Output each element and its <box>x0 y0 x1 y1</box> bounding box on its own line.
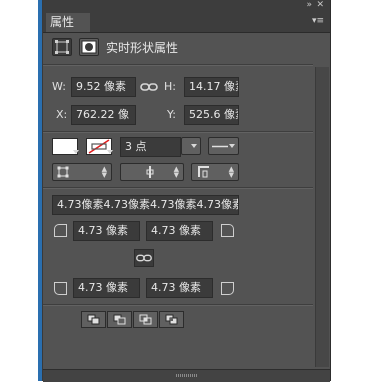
bottom-left-radius-field[interactable]: 4.73 像素 <box>73 278 140 298</box>
close-icon[interactable]: ✕ <box>316 0 324 11</box>
stroke-align-dropdown[interactable]: ▲ ▼ <box>52 163 112 181</box>
y-position-field[interactable]: 525.6 像素 <box>184 105 239 125</box>
top-right-corner-icon <box>221 224 234 237</box>
mask-properties-icon[interactable] <box>79 38 99 56</box>
fill-dropdown-icon[interactable] <box>73 150 79 155</box>
top-left-corner-icon <box>54 224 67 237</box>
stroke-type-dropdown[interactable] <box>208 137 239 155</box>
panel-header-title: 实时形状属性 <box>106 41 179 55</box>
link-dimensions-icon[interactable] <box>139 80 159 94</box>
x-label: X: <box>56 108 68 121</box>
stroke-caps-dropdown[interactable]: ▲ ▼ <box>120 163 184 181</box>
resize-grip-icon[interactable] <box>176 374 198 377</box>
stroke-dropdown-icon[interactable] <box>107 150 113 155</box>
shape-properties-icon[interactable] <box>52 38 72 56</box>
height-label: H: <box>164 80 176 93</box>
panel-top-bar: » ✕ <box>43 0 330 12</box>
stroke-corners-icon <box>198 166 209 178</box>
top-left-radius-field[interactable]: 4.73 像素 <box>73 221 140 241</box>
width-label: W: <box>52 80 66 93</box>
link-corners-button[interactable] <box>134 249 154 267</box>
bottom-right-corner-icon <box>221 282 234 295</box>
properties-panel: » ✕ 属性 ▾≡ 实时形状属性 W: 9.52 像素 H: 14.17 像 X… <box>42 0 331 382</box>
intersect-shapes-icon <box>139 314 152 325</box>
y-label: Y: <box>167 108 176 121</box>
width-field[interactable]: 9.52 像素 <box>71 77 136 97</box>
top-right-radius-field[interactable]: 4.73 像素 <box>146 221 213 241</box>
subtract-shapes-icon <box>113 314 126 325</box>
panel-scrollbar[interactable] <box>315 67 329 367</box>
properties-header: 实时形状属性 <box>43 33 330 63</box>
panel-menu-icon[interactable]: ▾≡ <box>312 14 324 28</box>
stroke-align-icon <box>57 166 69 178</box>
stroke-corners-dropdown[interactable]: ▲ ▼ <box>191 163 239 181</box>
subtract-shapes-button[interactable] <box>107 311 132 328</box>
divider <box>43 304 313 306</box>
tab-properties[interactable]: 属性 <box>46 13 90 32</box>
x-position-field[interactable]: 762.22 像 <box>71 105 136 125</box>
divider <box>43 187 313 189</box>
combine-shapes-icon <box>87 314 100 325</box>
collapse-icon[interactable]: » <box>306 0 311 11</box>
exclude-shapes-icon <box>165 314 178 325</box>
divider <box>43 64 313 66</box>
bottom-right-radius-field[interactable]: 4.73 像素 <box>146 278 213 298</box>
intersect-shapes-button[interactable] <box>133 311 158 328</box>
link-icon <box>136 254 152 262</box>
exclude-shapes-button[interactable] <box>159 311 184 328</box>
panel-bottom-bar <box>43 369 330 382</box>
stroke-width-dropdown[interactable] <box>181 137 201 155</box>
stroke-caps-icon <box>146 166 154 178</box>
combine-shapes-button[interactable] <box>81 311 106 328</box>
divider <box>43 131 313 133</box>
bottom-left-corner-icon <box>54 282 67 295</box>
all-corners-radius-field[interactable]: 4.73像素4.73像素4.73像素4.73像素 <box>52 195 239 215</box>
stroke-width-field[interactable]: 3 点 <box>120 137 181 157</box>
panel-tab-row: 属性 ▾≡ <box>43 12 330 33</box>
height-field[interactable]: 14.17 像素 <box>184 77 239 97</box>
